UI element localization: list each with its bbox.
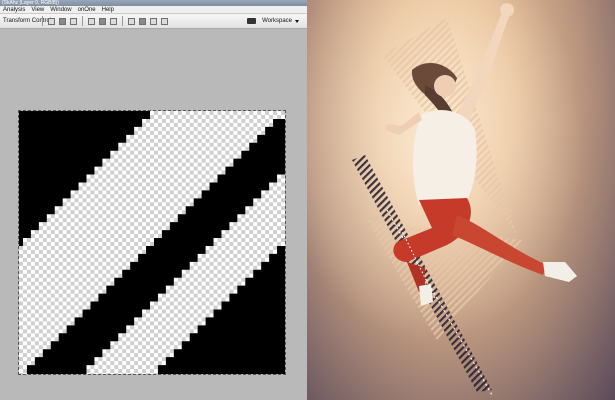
align-middle-icon[interactable] — [59, 17, 66, 25]
menu-analysis[interactable]: Analysis — [3, 6, 25, 14]
camera-icon[interactable] — [247, 18, 257, 24]
menu-view[interactable]: View — [31, 6, 44, 14]
toolbar-divider — [122, 16, 123, 26]
editor-window: (SkAhz (Layer 0, RGB/8)) Analysis View W… — [0, 0, 307, 400]
toolbar-divider — [82, 16, 83, 26]
menu-bar: Analysis View Window onOne Help — [0, 6, 307, 14]
distribute-bottom-icon[interactable] — [150, 17, 157, 25]
distribute-horizontal-icon[interactable] — [161, 17, 168, 25]
menu-help[interactable]: Help — [102, 6, 114, 14]
distribute-center-icon[interactable] — [139, 17, 146, 25]
canvas-area — [0, 30, 307, 400]
document-canvas[interactable] — [18, 110, 286, 375]
dropdown-arrow-icon — [295, 19, 299, 23]
align-left-icon[interactable] — [88, 17, 95, 25]
transform-controls-label[interactable]: Transform Controls — [3, 18, 54, 24]
distribute-top-icon[interactable] — [128, 17, 135, 25]
menu-onone[interactable]: onOne — [78, 6, 96, 14]
align-center-icon[interactable] — [99, 17, 106, 25]
options-toolbar: Transform Controls Workspace — [0, 14, 307, 29]
artwork-illustration — [307, 0, 615, 400]
menu-window[interactable]: Window — [50, 6, 71, 14]
canvas-art — [19, 111, 285, 374]
align-top-icon[interactable] — [48, 17, 55, 25]
workspace-switcher[interactable]: Workspace — [262, 18, 299, 24]
align-bottom-icon[interactable] — [70, 17, 77, 25]
dancer-artwork — [307, 0, 615, 400]
toolbar-divider — [42, 16, 43, 26]
align-right-icon[interactable] — [110, 17, 117, 25]
workspace-label: Workspace — [262, 18, 292, 24]
